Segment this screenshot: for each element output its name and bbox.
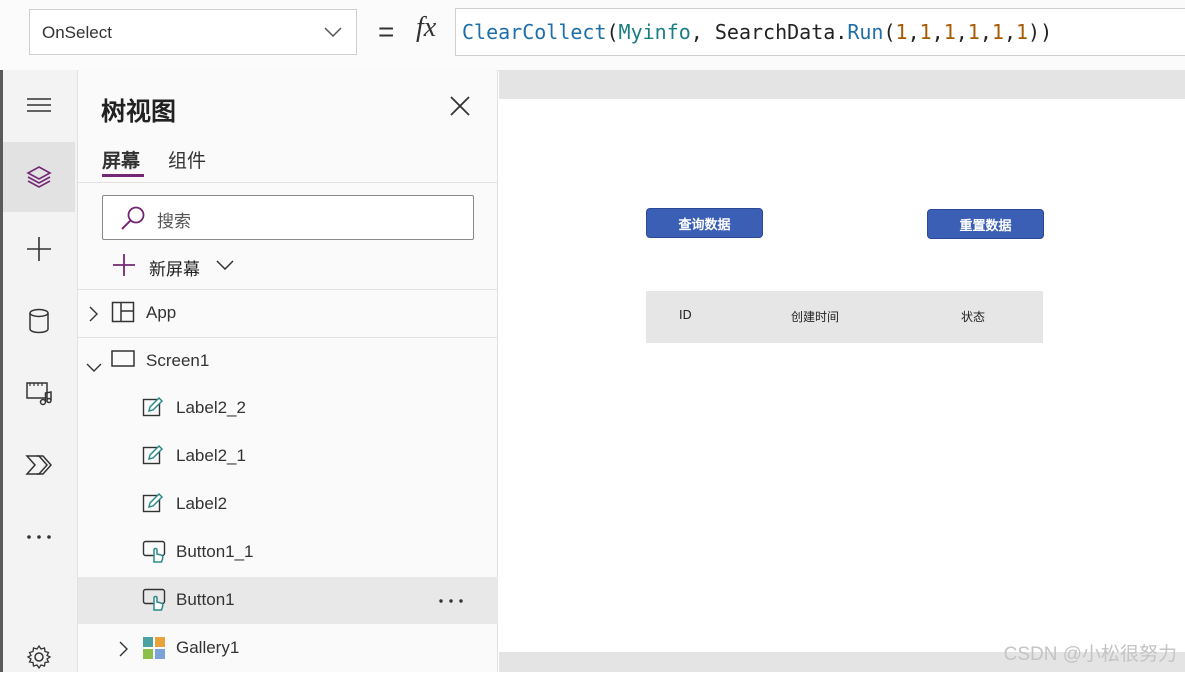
formula-token: 1 <box>991 20 1004 44</box>
more-icon[interactable] <box>3 502 75 572</box>
new-screen-label: 新屏幕 <box>149 260 200 280</box>
tree-node-label2[interactable]: Label2 <box>78 481 498 528</box>
tab-components[interactable]: 组件 <box>168 146 206 173</box>
formula-token: , <box>931 20 944 44</box>
formula-token: Run <box>847 20 884 44</box>
formula-token: 1 <box>943 20 956 44</box>
label-edit-icon <box>142 492 164 518</box>
plus-icon <box>113 254 135 276</box>
label-edit-icon <box>142 396 164 422</box>
search-icon <box>121 206 145 230</box>
database-icon[interactable] <box>3 286 75 356</box>
tree-node-label: Label2_1 <box>176 446 246 465</box>
property-value: OnSelect <box>42 23 112 42</box>
formula-token: ( <box>883 20 896 44</box>
tree-node-button1[interactable]: Button1 <box>78 577 498 624</box>
formula-bar: OnSelect = fx ClearCollect(Myinfo, Searc… <box>0 0 1185 71</box>
tree-node-screen1[interactable]: Screen1 <box>78 337 498 385</box>
formula-token: 1 <box>895 20 908 44</box>
tree-node-label2-2[interactable]: Label2_2 <box>78 385 498 432</box>
formula-token: , <box>1003 20 1016 44</box>
tree-node-app[interactable]: App <box>78 289 498 337</box>
query-data-button[interactable]: 查询数据 <box>646 208 763 238</box>
tree-node-label: Button1_1 <box>176 542 254 561</box>
tree-node-label2-1[interactable]: Label2_1 <box>78 433 498 480</box>
layers-icon[interactable] <box>3 142 75 212</box>
formula-token: , SearchData. <box>690 20 848 44</box>
hamburger-icon[interactable] <box>3 70 75 140</box>
media-icon[interactable] <box>3 358 75 428</box>
formula-token: , <box>955 20 968 44</box>
tree-node-label: App <box>146 303 177 322</box>
left-rail <box>0 70 78 672</box>
property-dropdown[interactable]: OnSelect <box>29 9 357 55</box>
panel-title: 树视图 <box>101 97 177 126</box>
tree-view-panel: 树视图 屏幕 组件 搜索 新屏幕 App Screen1 Label2_2 Label… <box>78 70 498 672</box>
reset-data-button[interactable]: 重置数据 <box>927 209 1044 239</box>
power-automate-icon[interactable] <box>3 430 75 500</box>
label-edit-icon <box>142 444 164 470</box>
equals-sign: = <box>378 16 395 47</box>
close-icon[interactable] <box>448 94 472 118</box>
tree-node-label: Gallery1 <box>176 638 240 657</box>
button-tap-icon <box>142 540 168 568</box>
formula-token: )) <box>1028 20 1053 44</box>
gear-icon[interactable] <box>3 622 75 692</box>
formula-token: 1 <box>967 20 980 44</box>
tree-node-button1-1[interactable]: Button1_1 <box>78 529 498 576</box>
fx-icon[interactable]: fx <box>416 12 436 44</box>
chevron-down-icon[interactable] <box>86 358 102 377</box>
tree-node-label: Screen1 <box>146 351 210 370</box>
formula-token: ( <box>606 20 619 44</box>
header-label-created-time: 创建时间 <box>791 310 840 324</box>
tree-node-gallery1[interactable]: Gallery1 <box>78 625 498 672</box>
tab-divider <box>78 182 498 183</box>
gallery-header: ID 创建时间 状态 <box>646 291 1043 343</box>
chevron-right-icon[interactable] <box>89 306 99 326</box>
formula-token: , <box>907 20 920 44</box>
chevron-down-icon <box>216 260 234 270</box>
formula-token: 1 <box>919 20 932 44</box>
chevron-down-icon <box>324 27 342 37</box>
chevron-right-icon[interactable] <box>119 641 129 661</box>
tree-node-label: Label2 <box>176 494 228 513</box>
header-label-id: ID <box>679 308 692 322</box>
formula-token: Myinfo <box>618 20 691 44</box>
more-options-icon[interactable] <box>438 585 464 609</box>
search-placeholder: 搜索 <box>157 212 191 232</box>
screen-icon <box>111 349 135 373</box>
active-tab-indicator <box>102 174 144 177</box>
search-input[interactable]: 搜索 <box>102 195 474 240</box>
formula-token: , <box>979 20 992 44</box>
tree-node-label: Label2_2 <box>176 398 246 417</box>
formula-token: ClearCollect <box>462 20 607 44</box>
formula-input[interactable]: ClearCollect(Myinfo, SearchData.Run(1,1,… <box>455 8 1185 56</box>
gallery-icon <box>142 636 166 664</box>
tab-screens[interactable]: 屏幕 <box>102 146 140 173</box>
header-label-status: 状态 <box>961 310 986 324</box>
plus-icon[interactable] <box>3 214 75 284</box>
canvas-area: 查询数据 重置数据 ID 创建时间 状态 <box>499 70 1185 672</box>
screen-canvas[interactable]: 查询数据 重置数据 ID 创建时间 状态 <box>499 99 1185 652</box>
tree-node-label: Button1 <box>176 590 235 609</box>
button-tap-icon <box>142 588 168 616</box>
watermark: CSDN @小松很努力 <box>1003 644 1177 665</box>
app-icon <box>111 301 135 327</box>
formula-token: 1 <box>1015 20 1029 44</box>
